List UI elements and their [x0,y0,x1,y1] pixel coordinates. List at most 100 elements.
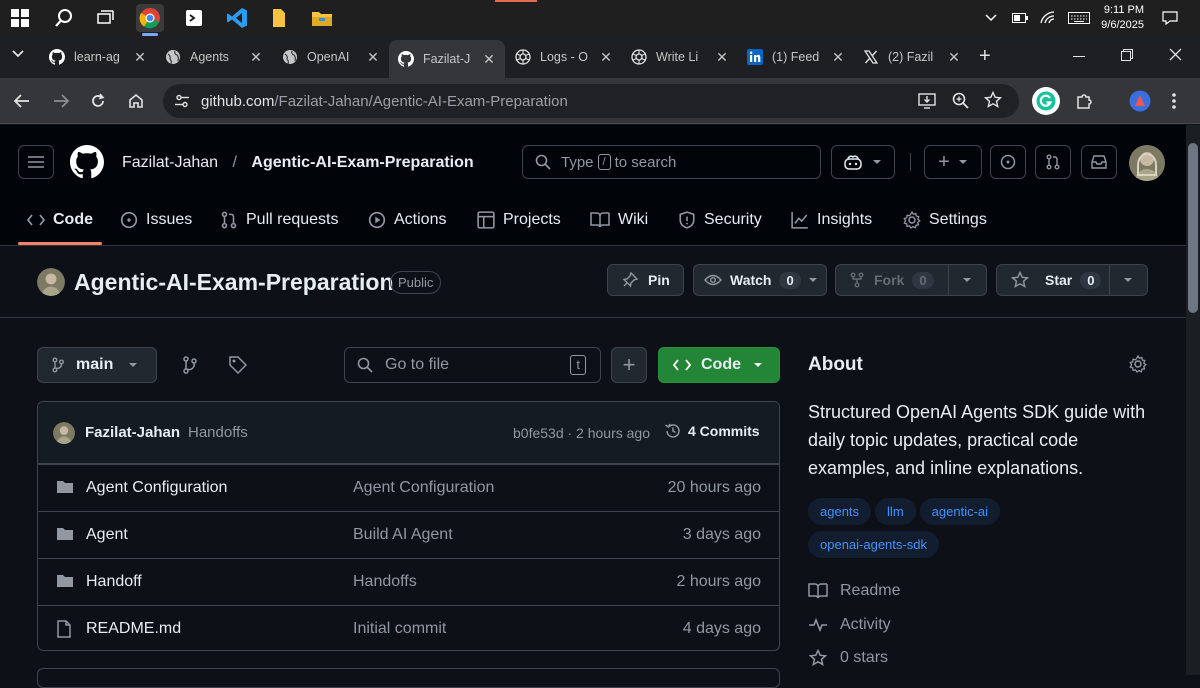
restore-icon[interactable] [1121,49,1133,61]
commit-author[interactable]: Fazilat-Jahan [85,424,180,441]
browser-tab[interactable]: Fazilat-J ✕ [389,40,505,78]
tab-issues[interactable]: Issues [120,205,192,235]
commit-author-avatar[interactable] [53,422,75,444]
browser-tab[interactable]: OpenAI ✕ [273,42,389,72]
copilot-button[interactable] [831,145,895,179]
file-commit-message[interactable]: Handoffs [353,573,417,591]
file-name[interactable]: Handoff [86,573,142,591]
notification-icon[interactable] [1162,0,1178,36]
tag-icon[interactable] [229,356,247,374]
browser-tab[interactable]: (2) Fazil ✕ [854,42,970,72]
home-button[interactable] [122,87,150,115]
terminal-icon[interactable] [180,4,208,32]
close-tab-icon[interactable]: ✕ [598,49,614,66]
tab-security[interactable]: Security [678,205,762,235]
forward-button[interactable] [47,87,75,115]
new-tab-button[interactable]: + [979,45,991,68]
file-name[interactable]: README.md [86,620,181,638]
chrome-icon[interactable] [136,4,164,32]
clock[interactable]: 9:11 PM 9/6/2025 [1100,0,1144,36]
browser-tab[interactable]: Write Li ✕ [622,42,738,72]
wifi-icon[interactable] [1040,0,1056,36]
grammarly-icon[interactable] [1032,87,1060,115]
install-app-icon[interactable] [918,92,936,110]
file-row[interactable]: README.md Initial commit 4 days ago [38,605,779,650]
browser-tab[interactable]: Agents ✕ [156,42,272,72]
pin-button[interactable]: Pin [607,264,684,296]
browser-tab[interactable]: learn-ag ✕ [40,42,156,72]
user-avatar[interactable] [1129,145,1165,181]
inbox-button[interactable] [1081,145,1117,179]
reload-button[interactable] [84,87,112,115]
tab-projects[interactable]: Projects [477,205,561,235]
file-commit-message[interactable]: Initial commit [353,620,446,638]
commits-link[interactable]: 4 Commits [664,422,760,440]
file-name[interactable]: Agent [86,526,128,544]
code-dropdown-button[interactable]: Code [658,347,780,383]
search-icon[interactable] [50,4,78,32]
file-row[interactable]: Handoff Handoffs 2 hours ago [38,558,779,605]
branch-selector-button[interactable]: main [37,347,157,383]
browser-tab[interactable]: (1) Feed ✕ [738,42,854,72]
tab-pull-requests[interactable]: Pull requests [220,205,339,235]
topic-tag[interactable]: agentic-ai [919,498,1001,525]
repo-title[interactable]: Agentic-AI-Exam-Preparation [74,269,394,296]
github-search-input[interactable]: Type / to search [522,145,821,179]
topic-tag[interactable]: openai-agents-sdk [808,531,939,558]
close-tab-icon[interactable]: ✕ [481,51,497,68]
close-tab-icon[interactable]: ✕ [248,49,264,66]
close-tab-icon[interactable]: ✕ [714,49,730,66]
site-info-icon[interactable] [174,93,190,109]
profile-avatar-icon[interactable] [1126,87,1154,115]
close-tab-icon[interactable]: ✕ [946,49,962,66]
tab-search-chevron-icon[interactable] [12,50,24,58]
repo-owner-avatar[interactable] [37,268,65,296]
close-tab-icon[interactable]: ✕ [132,49,148,66]
watch-button[interactable]: Watch 0 [693,264,827,296]
tab-code[interactable]: Code [27,205,93,235]
close-window-icon[interactable] [1169,48,1182,61]
file-row[interactable]: Agent Build AI Agent 3 days ago [38,511,779,558]
back-button[interactable] [8,87,36,115]
repo-link[interactable]: Agentic-AI-Exam-Preparation [251,154,473,171]
extensions-icon[interactable] [1070,87,1098,115]
file-name[interactable]: Agent Configuration [86,479,227,497]
address-bar[interactable]: github.com/Fazilat-Jahan/Agentic-AI-Exam… [163,84,1019,118]
add-file-button[interactable]: + [611,347,647,383]
topic-tag[interactable]: agents [808,498,872,525]
tray-chevron-icon[interactable] [985,0,997,36]
star-button[interactable]: Star 0 [996,264,1148,296]
pull-requests-button[interactable] [1035,145,1071,179]
issues-button[interactable] [990,145,1026,179]
github-logo-icon[interactable] [70,145,104,179]
tab-actions[interactable]: Actions [368,205,446,235]
file-icon[interactable] [265,4,293,32]
keyboard-icon[interactable] [1068,0,1090,36]
readme-link[interactable]: Readme [808,582,900,600]
zoom-icon[interactable] [952,92,970,110]
tab-settings[interactable]: Settings [903,205,987,235]
owner-link[interactable]: Fazilat-Jahan [122,154,218,171]
activity-link[interactable]: Activity [808,616,891,634]
file-commit-message[interactable]: Build AI Agent [353,526,453,544]
file-commit-message[interactable]: Agent Configuration [353,479,494,497]
file-row[interactable]: Agent Configuration Agent Configuration 20… [38,464,779,511]
bookmark-star-icon[interactable] [984,91,1002,109]
about-settings-gear-icon[interactable] [1129,355,1147,373]
stars-link[interactable]: 0 stars [808,649,888,667]
tab-insights[interactable]: Insights [791,205,872,235]
create-new-button[interactable]: + [924,145,982,179]
topic-tag[interactable]: llm [875,498,916,525]
tab-wiki[interactable]: Wiki [590,205,648,235]
file-explorer-icon[interactable] [308,4,336,32]
chrome-menu-icon[interactable] [1160,87,1188,115]
commit-message[interactable]: Handoffs [188,424,248,441]
browser-tab[interactable]: Logs - O ✕ [506,42,622,72]
vscode-icon[interactable] [223,4,251,32]
go-to-file-input[interactable]: Go to file t [344,347,601,383]
close-tab-icon[interactable]: ✕ [830,49,846,66]
hamburger-menu-button[interactable] [18,145,54,179]
page-scrollbar-thumb[interactable] [1188,143,1198,313]
task-view-icon[interactable] [92,4,120,32]
commit-hash-time[interactable]: b0fe53d · 2 hours ago [513,425,650,441]
